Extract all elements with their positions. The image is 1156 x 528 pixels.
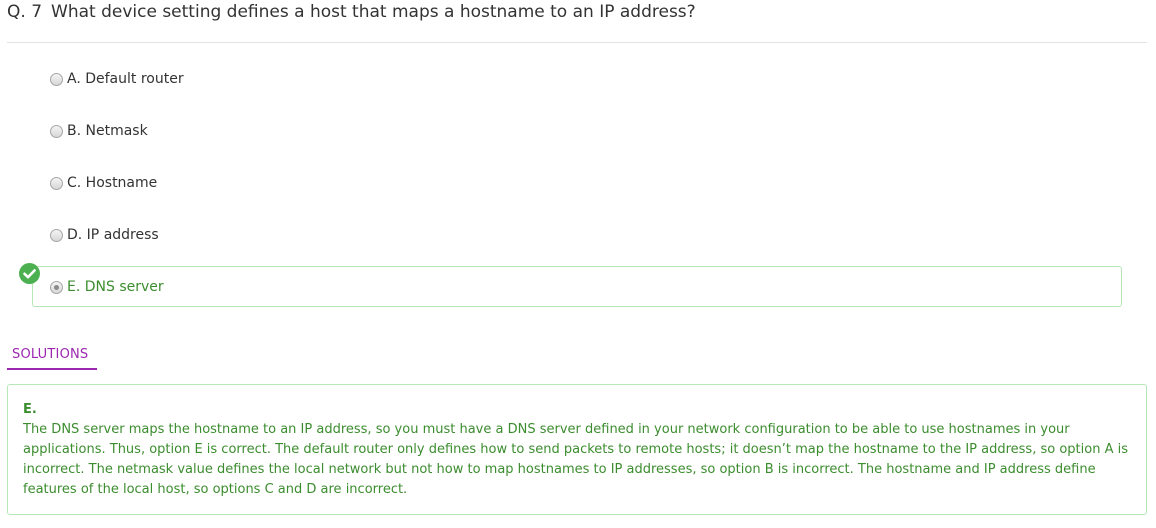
solution-explanation: The DNS server maps the hostname to an I…: [23, 422, 1128, 497]
question-divider: [7, 42, 1147, 43]
option-a-radio[interactable]: [50, 72, 63, 86]
option-e[interactable]: E. DNS server: [50, 277, 164, 297]
option-b-label: B. Netmask: [67, 123, 148, 139]
quiz-page: Q. 7 What device setting defines a host t…: [0, 0, 1156, 528]
solution-answer: E.: [23, 402, 37, 417]
option-e-radio[interactable]: [50, 280, 63, 294]
option-d[interactable]: D. IP address: [50, 225, 159, 245]
option-a-label: A. Default router: [67, 71, 184, 87]
check-circle-icon: [19, 263, 40, 284]
question-number: Q. 7: [7, 2, 43, 22]
correct-answer-highlight: [32, 266, 1122, 307]
option-c-label: C. Hostname: [67, 175, 158, 191]
question-heading: Q. 7 What device setting defines a host t…: [7, 1, 696, 23]
tab-solutions[interactable]: SOLUTIONS: [7, 346, 97, 370]
option-e-label: E. DNS server: [67, 279, 164, 295]
question-text: What device setting defines a host that …: [51, 2, 696, 22]
solution-panel: E. The DNS server maps the hostname to a…: [7, 384, 1147, 515]
option-c[interactable]: C. Hostname: [50, 173, 157, 193]
option-c-radio[interactable]: [50, 176, 63, 190]
option-b[interactable]: B. Netmask: [50, 121, 148, 141]
option-a[interactable]: A. Default router: [50, 69, 184, 89]
option-b-radio[interactable]: [50, 124, 63, 138]
option-d-radio[interactable]: [50, 228, 63, 242]
tab-solutions-label: SOLUTIONS: [12, 347, 89, 362]
option-d-label: D. IP address: [67, 227, 159, 243]
